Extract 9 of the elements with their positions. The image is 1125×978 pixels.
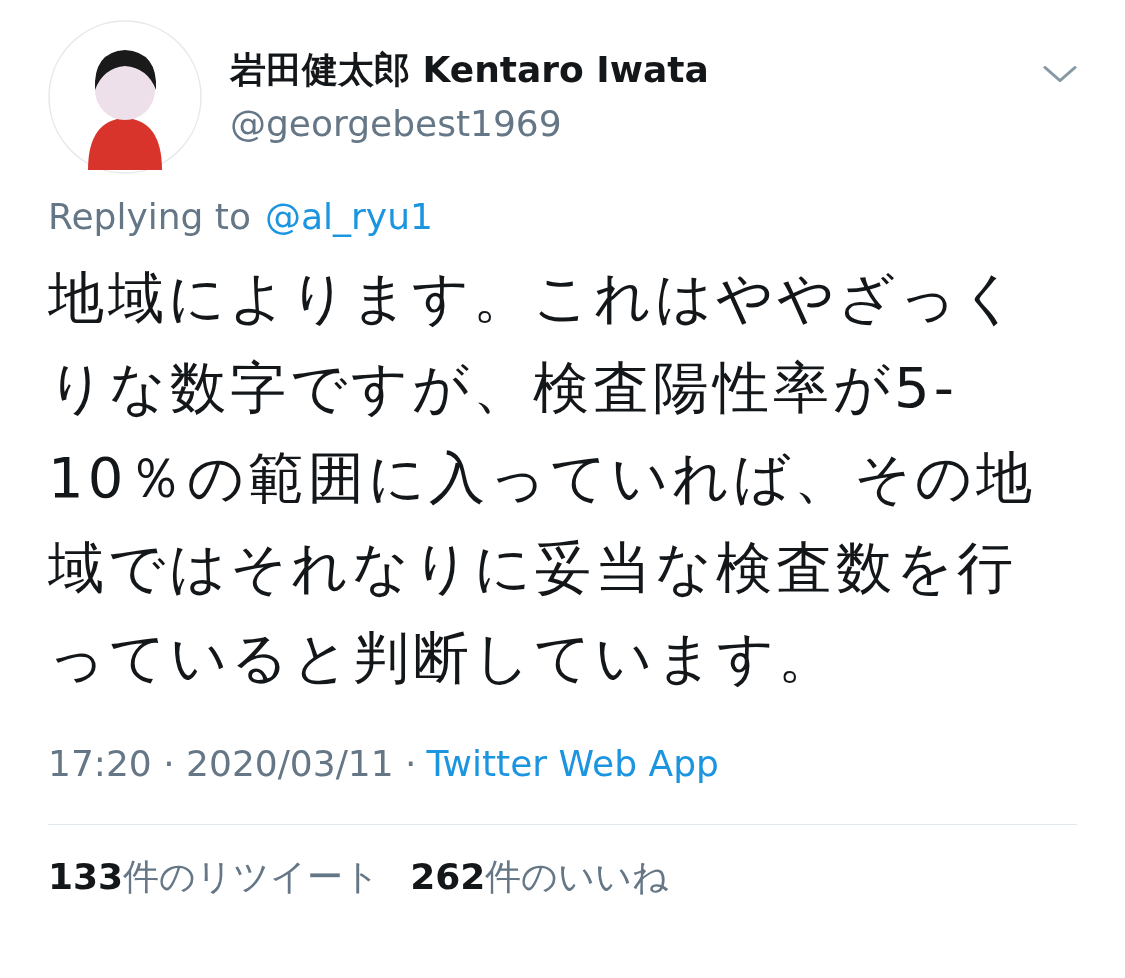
tweet-timestamp: 17:20 · 2020/03/11 ·: [48, 743, 417, 784]
avatar[interactable]: [48, 20, 202, 174]
user-handle: @georgebest1969: [230, 102, 563, 146]
engagement-count[interactable]: 262件のいいね: [410, 853, 670, 902]
tweet-text: 地域によります。これはややざっくりな数字ですが、検査陽性率が5-10％の範囲に入っていれば、その地域ではそれなりに妥当な検査数を行っていると判断しています。: [48, 264, 1038, 692]
engagement-count[interactable]: 133件のリツイート: [48, 853, 381, 902]
display-name: 岩田健太郎 Kentaro Iwata: [230, 48, 710, 92]
replying-label: Replying to: [48, 196, 251, 237]
chevron-down-icon[interactable]: [1043, 64, 1077, 84]
